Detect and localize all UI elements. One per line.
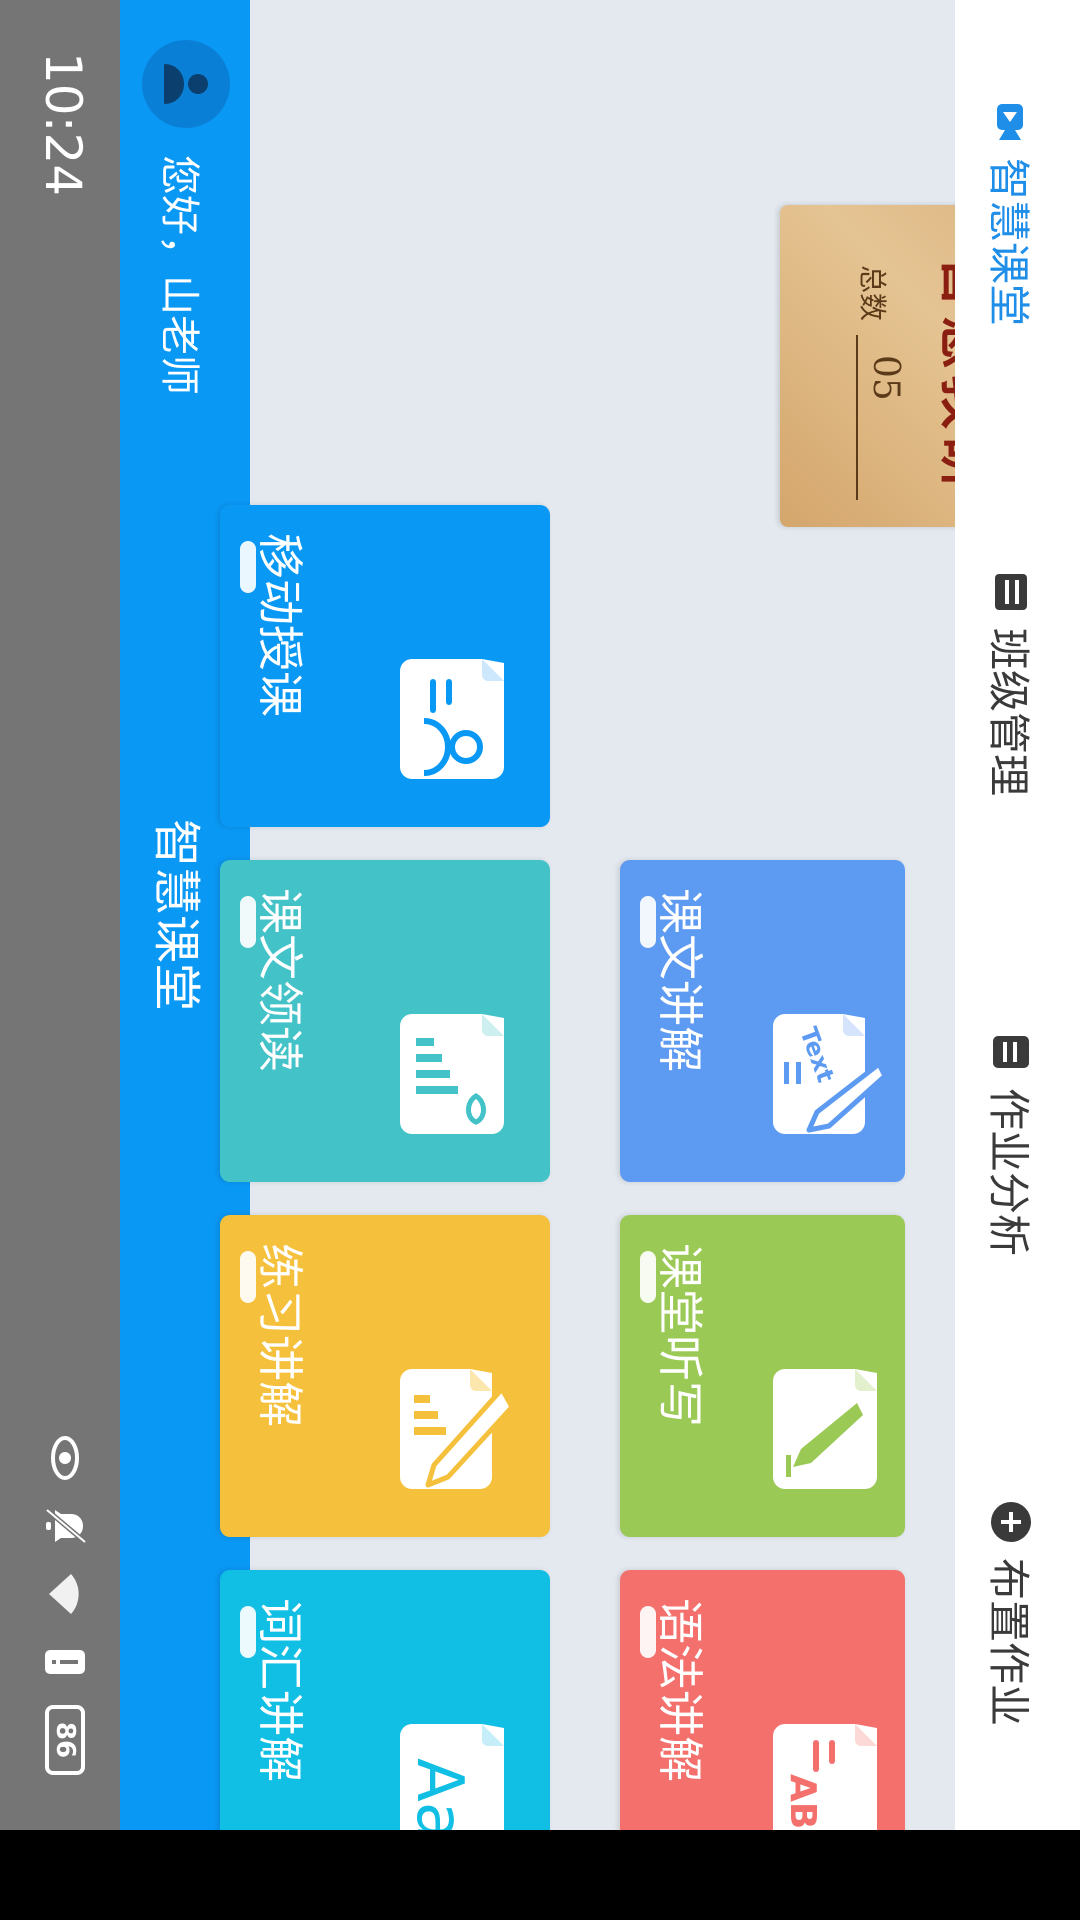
classroom-video-icon <box>990 100 1034 144</box>
tile-label: 课文讲解 <box>653 888 707 1072</box>
tile-indicator <box>640 1251 656 1303</box>
tile-indicator <box>640 1606 656 1658</box>
tile-vocabulary-explain[interactable]: Aa 词汇讲解 <box>220 1570 550 1830</box>
document-aa-icon: Aa <box>392 1714 512 1830</box>
document-bars-speech-icon <box>392 1004 512 1144</box>
research-count: 05 <box>865 355 906 401</box>
bottom-navigation: 智慧课堂 班级管理 作业分析 布置作业 <box>955 0 1080 1830</box>
tile-class-dictation[interactable]: 课堂听写 <box>620 1215 905 1537</box>
nav-smart-classroom[interactable]: 智慧课堂 <box>981 100 1042 326</box>
tile-text-reading[interactable]: 课文领读 <box>220 860 550 1182</box>
tile-text-explain[interactable]: Text 课文讲解 <box>620 860 905 1182</box>
nav-label: 智慧课堂 <box>984 158 1033 327</box>
nav-class-management[interactable]: 班级管理 <box>981 570 1042 796</box>
document-text-pencil-icon: Text <box>765 1004 888 1144</box>
tile-indicator <box>240 1606 256 1658</box>
tile-mobile-teaching[interactable]: 移动授课 <box>220 505 550 827</box>
nav-homework-analysis[interactable]: 作业分析 <box>981 1030 1042 1256</box>
battery-indicator: 86 <box>45 1705 85 1775</box>
tile-label: 练习讲解 <box>253 1243 307 1427</box>
document-person-icon <box>392 649 512 789</box>
status-icons: 86 <box>40 1433 90 1775</box>
status-time: 10:24 <box>34 52 92 197</box>
research-count-label: 总数 <box>856 265 889 322</box>
homework-analysis-icon <box>990 1030 1034 1074</box>
tile-exercise-explain[interactable]: 练习讲解 <box>220 1215 550 1537</box>
tile-label: 课堂听写 <box>653 1243 707 1427</box>
svg-text:Aa: Aa <box>402 1758 476 1830</box>
tile-label: 移动授课 <box>253 533 307 717</box>
document-pencil-bars-icon <box>392 1359 515 1499</box>
class-manage-icon <box>990 570 1034 614</box>
document-pen-icon <box>765 1359 885 1499</box>
nav-assign-homework[interactable]: 布置作业 <box>981 1500 1042 1726</box>
page-title: 智慧课堂 <box>148 818 204 1011</box>
tile-label: 语法讲解 <box>653 1598 707 1782</box>
svg-text:ABC: ABC <box>782 1774 823 1830</box>
nav-label: 作业分析 <box>984 1088 1033 1257</box>
tile-indicator <box>640 896 656 948</box>
document-abc-icon: ABC <box>765 1714 885 1830</box>
alert-icon <box>40 1637 90 1687</box>
tile-label: 词汇讲解 <box>253 1598 307 1782</box>
tile-indicator <box>240 896 256 948</box>
wifi-icon <box>40 1569 90 1619</box>
nav-label: 布置作业 <box>984 1558 1033 1727</box>
tile-grammar-explain[interactable]: ABC 语法讲解 <box>620 1570 905 1830</box>
eye-icon <box>40 1433 90 1483</box>
research-underline <box>856 335 858 500</box>
status-bar: 10:24 86 <box>0 0 120 1830</box>
bell-muted-icon <box>40 1501 90 1551</box>
nav-label: 班级管理 <box>984 628 1033 797</box>
app-screen: 10:24 86 您好，山老师 智慧课堂 智慧教研 <box>0 0 1080 1830</box>
tile-indicator <box>240 1251 256 1303</box>
tile-label: 课文领读 <box>253 888 307 1072</box>
tile-indicator <box>240 541 256 593</box>
plus-circle-icon <box>990 1500 1034 1544</box>
